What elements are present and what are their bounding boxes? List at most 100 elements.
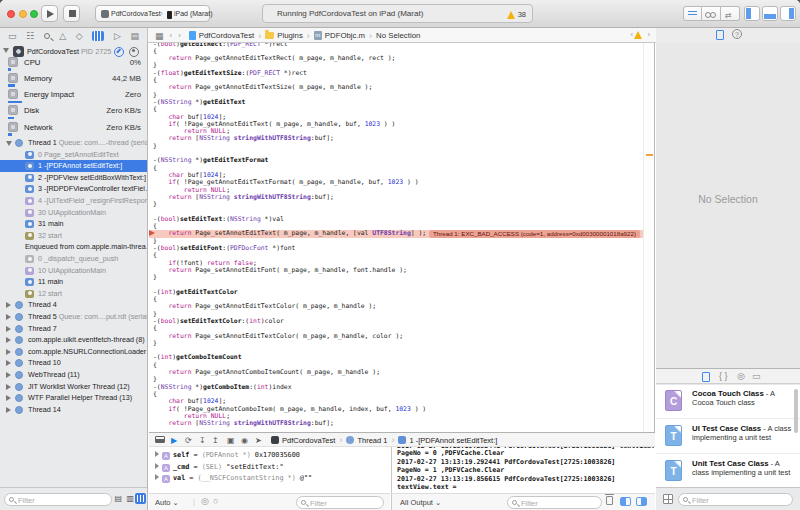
thread-row[interactable]: WebThread (11) <box>0 369 148 381</box>
stack-frame-row[interactable]: 12 start <box>0 288 148 300</box>
stop-button[interactable] <box>63 5 80 22</box>
library-item[interactable]: CCocoa Touch Class - A Cocoa Touch class <box>656 385 800 419</box>
disclosure-icon[interactable] <box>6 395 11 401</box>
object-library-icon[interactable]: ◎ <box>737 371 745 381</box>
project-navigator-icon[interactable]: ▭ <box>8 31 17 41</box>
prev-issue-button[interactable]: ‹ <box>630 30 633 39</box>
close-button[interactable] <box>7 10 15 18</box>
disclosure-icon[interactable] <box>6 326 11 332</box>
variables-scope-select[interactable]: Auto ⌄ <box>155 498 179 507</box>
test-navigator-icon[interactable]: ◇ <box>76 31 83 41</box>
disclosure-icon[interactable] <box>6 302 11 308</box>
back-button[interactable]: ‹ <box>170 31 173 40</box>
stack-frame-row[interactable]: 3 -[RDPDFViewController textFiel… <box>0 183 148 195</box>
flatten-toggle[interactable] <box>135 493 146 504</box>
disclosure-icon[interactable] <box>3 48 9 53</box>
gauge-row-network[interactable]: NetworkZero KB/s <box>0 120 148 136</box>
disclosure-icon[interactable] <box>155 451 159 457</box>
crumb-file[interactable]: PDFObjc.m <box>325 31 365 40</box>
gauge-row-disk[interactable]: DiskZero KB/s <box>0 103 148 119</box>
show-crashed-toggle[interactable]: ▤ <box>114 494 122 503</box>
run-button[interactable] <box>41 5 58 22</box>
library-scrollbar[interactable] <box>794 389 798 433</box>
library-filter-field[interactable]: Filter <box>678 493 793 506</box>
scheme-selector[interactable]: PdfCordovaTest › iPad (Marat) <box>95 5 210 22</box>
toggle-variables-icon[interactable] <box>620 497 631 506</box>
related-items-icon[interactable]: ▦ <box>155 31 164 41</box>
crumb-selection[interactable]: No Selection <box>376 31 420 40</box>
thread-row[interactable]: JIT Worklist Worker Thread (12) <box>0 381 148 393</box>
crumb-group[interactable]: Plugins <box>277 31 303 40</box>
next-issue-button[interactable]: › <box>647 30 650 39</box>
console-output[interactable]: 2017-02-27 13:13:19.292441 PdfCordovaTes… <box>391 447 655 493</box>
stack-frame-row[interactable]: 4 -[UITextField _resignFirstRespon… <box>0 195 148 207</box>
show-running-toggle[interactable]: ▥ <box>126 494 134 503</box>
report-navigator-icon[interactable]: ▤ <box>130 31 139 41</box>
thread-row[interactable]: Thread 10 <box>0 357 148 369</box>
disclosure-icon[interactable] <box>6 141 12 146</box>
thread-row[interactable]: com.apple.uikit.eventfetch-thread (8) <box>0 334 148 346</box>
crumb-project[interactable]: PdfCordovaTest <box>199 31 254 40</box>
crumb-frame[interactable]: 1 -[PDFAnnot setEditText:] <box>409 436 497 445</box>
warning-count[interactable]: 38 <box>518 10 526 19</box>
minimize-button[interactable] <box>19 10 27 18</box>
stack-frame-row[interactable]: 10 UIApplicationMain <box>0 265 148 277</box>
step-out-icon[interactable]: ↥ <box>212 435 219 446</box>
symbol-navigator-icon[interactable]: ☷ <box>26 31 34 41</box>
grid-view-icon[interactable] <box>663 494 673 504</box>
thread-row[interactable]: Thread 1 Queue: com....-thread (serial) <box>0 137 148 149</box>
disclosure-icon[interactable] <box>6 349 11 355</box>
disclosure-icon[interactable] <box>6 384 11 390</box>
enqueued-label-row[interactable]: Enqueued from com.apple.main-threa… <box>0 241 148 253</box>
view-debugger-icon[interactable]: ▣ <box>227 435 235 446</box>
thread-row[interactable]: Thread 7 <box>0 323 148 335</box>
gauge-row-memory[interactable]: Memory44,2 MB <box>0 71 148 87</box>
version-editor-button[interactable]: ⇄ <box>721 6 740 21</box>
gauge-row-cpu[interactable]: CPU0% <box>0 55 148 71</box>
standard-editor-button[interactable] <box>683 6 702 21</box>
stack-frame-row[interactable]: 2 -[PDFView setEditBoxWithText:] <box>0 172 148 184</box>
quicklook-icon[interactable]: ○ <box>213 496 218 506</box>
memory-graph-icon[interactable]: ◉ <box>241 435 248 446</box>
step-into-icon[interactable]: ↧ <box>199 435 206 446</box>
output-scope-select[interactable]: All Output ⌄ <box>400 498 441 507</box>
issue-navigator-icon[interactable]: △ <box>59 31 66 41</box>
stack-frame-row[interactable]: 1 -[PDFAnnot setEditText:] <box>0 160 148 172</box>
code-snippet-library-icon[interactable]: { } <box>719 371 728 381</box>
crumb-process[interactable]: PdfCordovaTest <box>282 436 335 445</box>
jumpbar-warning-icon[interactable] <box>634 31 642 39</box>
library-item[interactable]: TUI Test Case Class - A class implementi… <box>656 420 800 454</box>
debug-navigator-icon[interactable] <box>92 27 104 45</box>
crumb-thread[interactable]: Thread 1 <box>357 436 387 445</box>
disclosure-icon[interactable] <box>6 337 11 343</box>
variable-row[interactable]: Aself = (PDFAnnot *) 0x170035600 <box>155 451 300 460</box>
variable-row[interactable]: A_cmd = (SEL) "setEditText:" <box>155 463 284 472</box>
forward-button[interactable]: › <box>178 31 181 40</box>
disclosure-icon[interactable] <box>155 474 159 480</box>
toggle-console-icon[interactable] <box>636 497 647 506</box>
sidebar-filter-field[interactable]: Filter <box>4 493 112 506</box>
disclosure-icon[interactable] <box>6 360 11 366</box>
stack-frame-row[interactable]: 11 main <box>0 276 148 288</box>
step-over-icon[interactable]: ⟳ <box>185 435 192 446</box>
help-inspector-icon[interactable]: ? <box>732 29 742 39</box>
disclosure-icon[interactable] <box>6 407 11 413</box>
stack-frame-row[interactable]: 0 _dispatch_queue_push <box>0 253 148 265</box>
thread-row[interactable]: Thread 14 <box>0 404 148 416</box>
continue-icon[interactable]: ▶ <box>171 435 177 446</box>
variables-filter-field[interactable]: Filter <box>296 496 384 509</box>
breakpoint-navigator-icon[interactable]: ▷ <box>114 31 121 41</box>
thread-row[interactable]: WTF Parallel Helper Thread (13) <box>0 392 148 404</box>
stack-frame-row[interactable]: 32 start <box>0 230 148 242</box>
variables-view[interactable]: Aself = (PDFAnnot *) 0x170035600 A_cmd = … <box>149 447 390 493</box>
hide-debug-area-icon[interactable] <box>155 436 165 443</box>
find-navigator-icon[interactable] <box>44 31 50 41</box>
thread-row[interactable]: Thread 4 <box>0 299 148 311</box>
library-item[interactable]: TUnit Test Case Class - A class implemen… <box>656 455 800 487</box>
disclosure-icon[interactable] <box>6 314 11 320</box>
file-template-library-icon[interactable] <box>702 372 710 382</box>
stack-frame-row[interactable]: 0 Page_setAnnotEditText <box>0 149 148 161</box>
error-badge[interactable]: Thread 1: EXC_BAD_ACCESS (code=1, addres… <box>429 230 640 238</box>
toggle-navigator-button[interactable] <box>744 6 760 21</box>
assistant-editor-button[interactable] <box>702 6 721 21</box>
